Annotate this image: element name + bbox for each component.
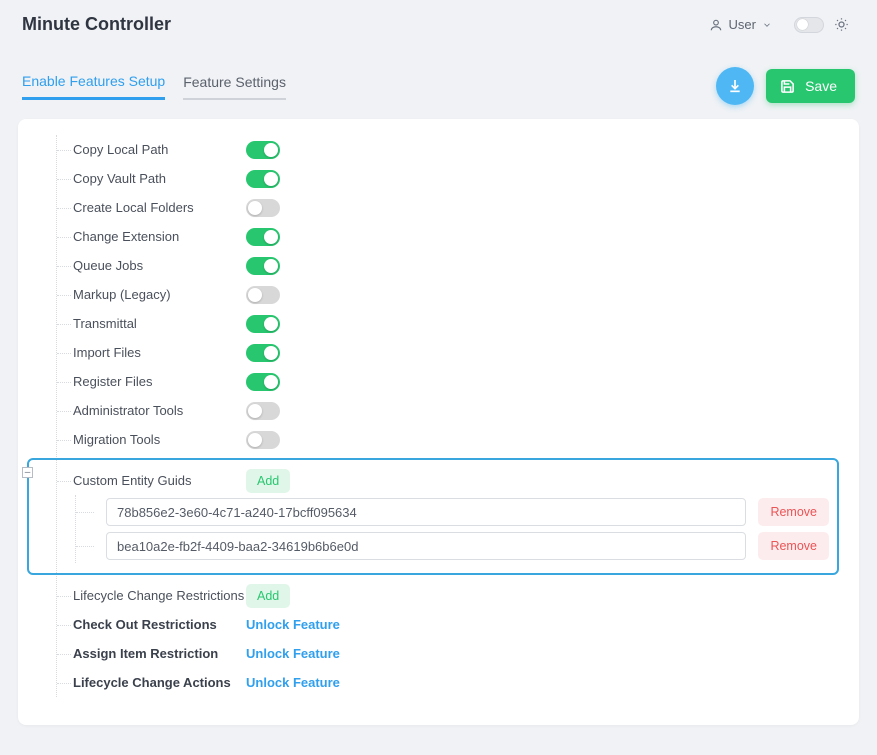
feature-label: Markup (Legacy) <box>71 287 246 302</box>
feature-toggle[interactable] <box>246 257 280 275</box>
user-icon <box>709 18 723 32</box>
feature-label: Migration Tools <box>71 432 246 447</box>
header: Minute Controller User <box>18 14 859 45</box>
feature-label: Check Out Restrictions <box>71 617 246 632</box>
remove-guid-button[interactable]: Remove <box>758 498 829 526</box>
feature-label: Assign Item Restriction <box>71 646 246 661</box>
add-button[interactable]: Add <box>246 584 290 608</box>
guid-input[interactable] <box>106 532 746 560</box>
feature-label: Queue Jobs <box>71 258 246 273</box>
download-button[interactable] <box>716 67 754 105</box>
feature-label: Lifecycle Change Actions <box>71 675 246 690</box>
feature-label: Transmittal <box>71 316 246 331</box>
feature-label: Copy Local Path <box>71 142 246 157</box>
download-icon <box>727 78 743 94</box>
feature-toggle[interactable] <box>246 141 280 159</box>
feature-tree: Copy Local Path Copy Vault Path Create Loc… <box>56 135 839 697</box>
chevron-down-icon <box>762 20 772 30</box>
feature-label: Create Local Folders <box>71 200 246 215</box>
feature-toggle[interactable] <box>246 315 280 333</box>
unlock-feature-link[interactable]: Unlock Feature <box>246 617 340 632</box>
theme-toggle[interactable] <box>794 17 824 33</box>
expand-toggle[interactable]: – <box>22 467 33 478</box>
feature-toggle[interactable] <box>246 199 280 217</box>
feature-label: Lifecycle Change Restrictions <box>71 588 246 603</box>
unlock-feature-link[interactable]: Unlock Feature <box>246 675 340 690</box>
save-icon <box>780 79 795 94</box>
user-menu[interactable]: User <box>709 17 772 32</box>
feature-toggle[interactable] <box>246 228 280 246</box>
feature-toggle[interactable] <box>246 373 280 391</box>
feature-toggle[interactable] <box>246 286 280 304</box>
remove-guid-button[interactable]: Remove <box>758 532 829 560</box>
unlock-feature-link[interactable]: Unlock Feature <box>246 646 340 661</box>
feature-label: Copy Vault Path <box>71 171 246 186</box>
custom-guids-label: Custom Entity Guids <box>71 473 246 488</box>
tab-feature-settings[interactable]: Feature Settings <box>183 74 286 100</box>
feature-label: Register Files <box>71 374 246 389</box>
custom-entity-guids-section: –Custom Entity GuidsAddRemoveRemove <box>27 458 839 575</box>
guid-input[interactable] <box>106 498 746 526</box>
add-guid-button[interactable]: Add <box>246 469 290 493</box>
page-title: Minute Controller <box>22 14 171 35</box>
tab-enable-features[interactable]: Enable Features Setup <box>22 73 165 100</box>
save-label: Save <box>805 78 837 94</box>
feature-label: Administrator Tools <box>71 403 246 418</box>
feature-toggle[interactable] <box>246 344 280 362</box>
user-label: User <box>729 17 756 32</box>
feature-toggle[interactable] <box>246 170 280 188</box>
feature-label: Import Files <box>71 345 246 360</box>
settings-card: Copy Local Path Copy Vault Path Create Loc… <box>18 119 859 725</box>
feature-toggle[interactable] <box>246 402 280 420</box>
sun-icon <box>834 17 849 32</box>
feature-toggle[interactable] <box>246 431 280 449</box>
save-button[interactable]: Save <box>766 69 855 103</box>
tabs: Enable Features Setup Feature Settings <box>22 73 286 100</box>
feature-label: Change Extension <box>71 229 246 244</box>
